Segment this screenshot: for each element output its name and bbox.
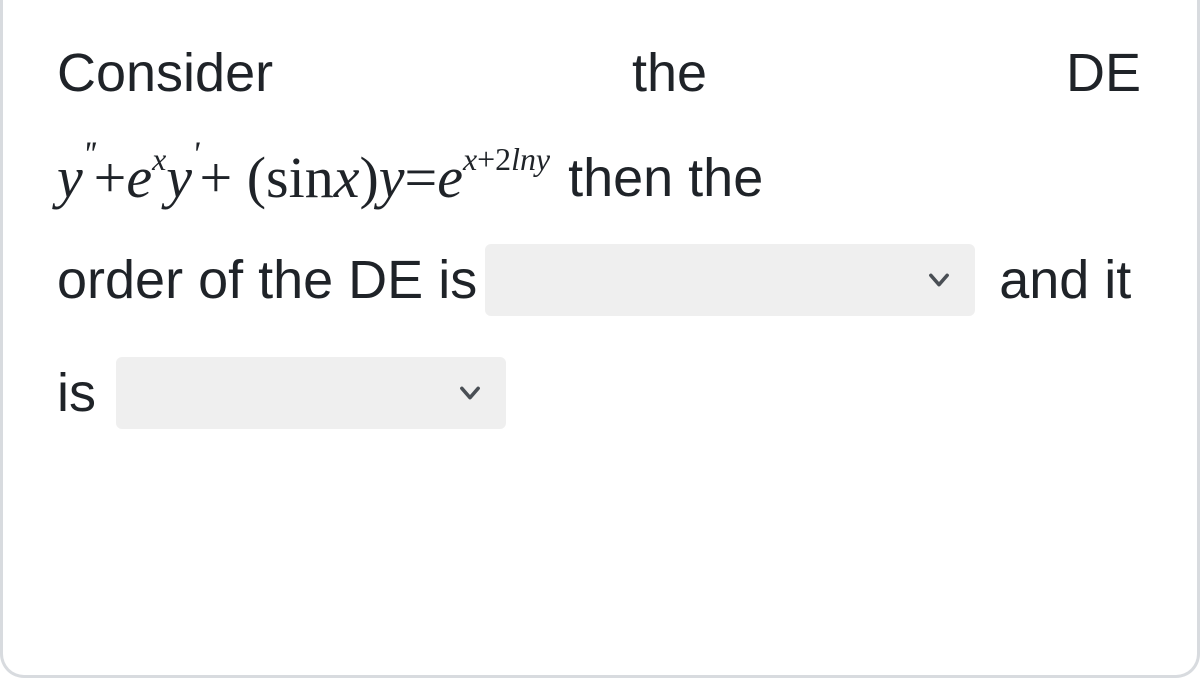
- eq-dprime: '': [83, 135, 94, 174]
- question-line-4: is: [57, 346, 1141, 441]
- eq-exp-two: 2: [495, 142, 511, 177]
- eq-exp-plus: +: [477, 142, 495, 177]
- eq-y2: y: [166, 145, 192, 210]
- linearity-dropdown[interactable]: [116, 357, 506, 429]
- eq-e2: e: [437, 145, 463, 210]
- eq-exp-y: y: [536, 142, 550, 177]
- chevron-down-icon: [456, 379, 484, 407]
- label-order-of-de: order of the DE is: [57, 233, 477, 328]
- word-consider: Consider: [57, 26, 273, 121]
- eq-open: (: [247, 145, 266, 210]
- eq-x1: x: [334, 145, 360, 210]
- label-is: is: [57, 346, 96, 441]
- eq-y3: y: [379, 145, 405, 210]
- word-the: the: [632, 26, 707, 121]
- question-line-1: Consider the DE: [57, 26, 1141, 121]
- eq-eq: =: [405, 145, 438, 210]
- eq-exp-ln: ln: [511, 142, 536, 177]
- eq-sin: sin: [266, 145, 334, 210]
- chevron-down-icon: [925, 266, 953, 294]
- eq-exp-x: x: [463, 142, 477, 177]
- question-line-3: order of the DE is and it: [57, 233, 1141, 328]
- eq-x-sup: x: [152, 142, 166, 177]
- word-then-the: then the: [568, 131, 763, 226]
- eq-exponent: x+2lny: [463, 142, 550, 177]
- label-and-it: and it: [999, 233, 1131, 328]
- eq-close: ): [359, 145, 378, 210]
- question-line-2: y''+exy'+ (sinx)y=ex+2lny then the: [57, 131, 1141, 226]
- de-equation: y''+exy'+ (sinx)y=ex+2lny: [57, 146, 550, 210]
- word-de: DE: [1066, 26, 1141, 121]
- question-card: Consider the DE y''+exy'+ (sinx)y=ex+2ln…: [0, 0, 1200, 678]
- eq-plus-2: +: [199, 145, 232, 210]
- eq-e1: e: [126, 145, 152, 210]
- eq-y: y: [57, 145, 83, 210]
- order-dropdown[interactable]: [485, 244, 975, 316]
- eq-plus-1: +: [94, 145, 127, 210]
